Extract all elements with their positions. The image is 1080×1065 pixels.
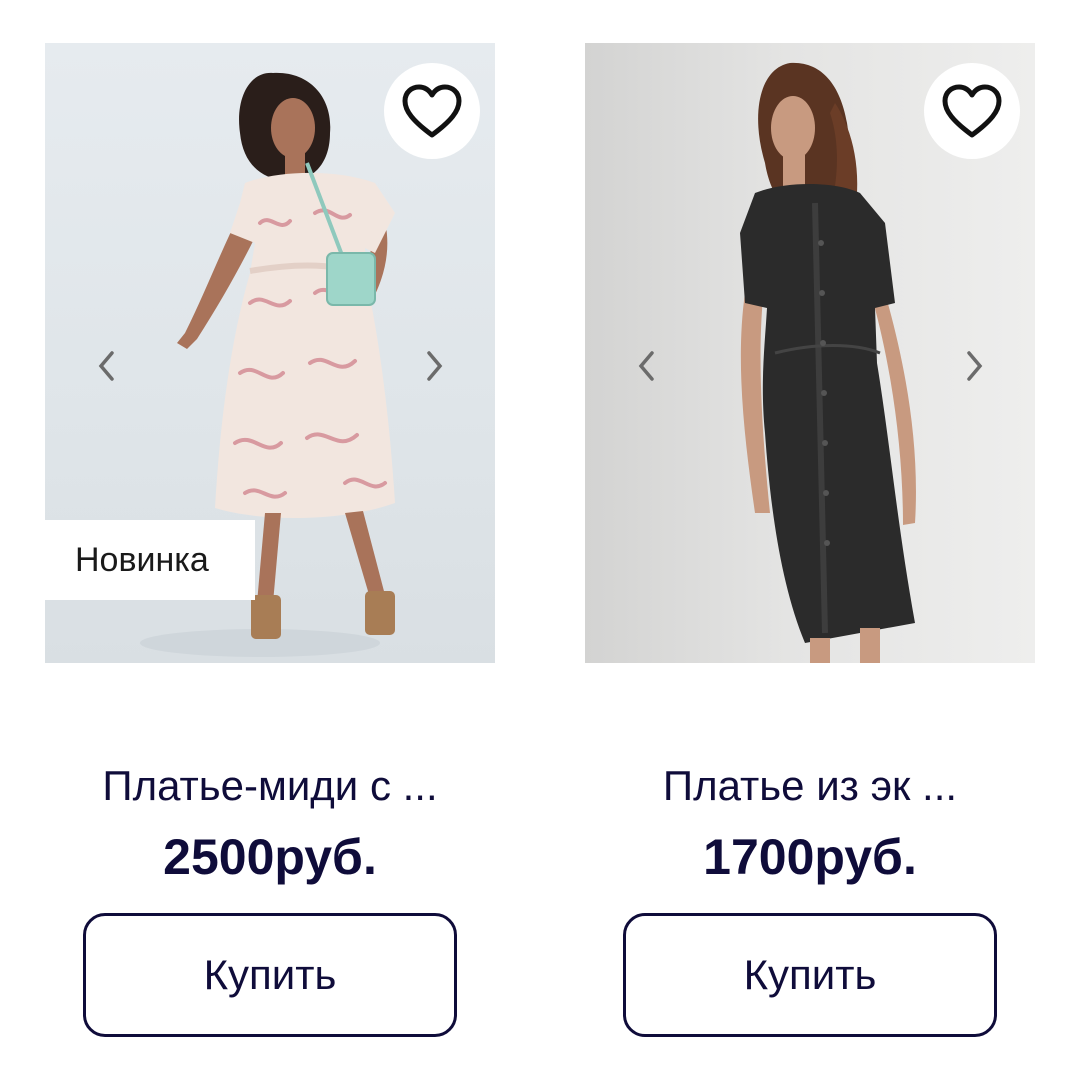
heart-outline-icon — [942, 84, 1002, 138]
new-badge: Новинка — [45, 520, 255, 600]
product-price: 1700руб. — [703, 829, 917, 885]
prev-image-button[interactable] — [626, 341, 666, 391]
prev-image-button[interactable] — [86, 341, 126, 391]
buy-button[interactable]: Купить — [623, 913, 997, 1037]
next-image-button[interactable] — [415, 341, 455, 391]
chevron-left-icon — [98, 351, 114, 381]
favorite-button[interactable] — [924, 63, 1020, 159]
product-card[interactable]: Новинка Платье-миди с ... 2500руб. Купит… — [0, 0, 540, 1065]
product-image[interactable] — [585, 43, 1035, 663]
buy-button[interactable]: Купить — [83, 913, 457, 1037]
chevron-right-icon — [427, 351, 443, 381]
product-title[interactable]: Платье-миди с ... — [0, 762, 540, 810]
heart-outline-icon — [402, 84, 462, 138]
chevron-right-icon — [967, 351, 983, 381]
product-card[interactable]: Платье из эк ... 1700руб. Купить — [540, 0, 1080, 1065]
product-price: 2500руб. — [163, 829, 377, 885]
chevron-left-icon — [638, 351, 654, 381]
product-title[interactable]: Платье из эк ... — [540, 762, 1080, 810]
product-image[interactable]: Новинка — [45, 43, 495, 663]
favorite-button[interactable] — [384, 63, 480, 159]
next-image-button[interactable] — [955, 341, 995, 391]
